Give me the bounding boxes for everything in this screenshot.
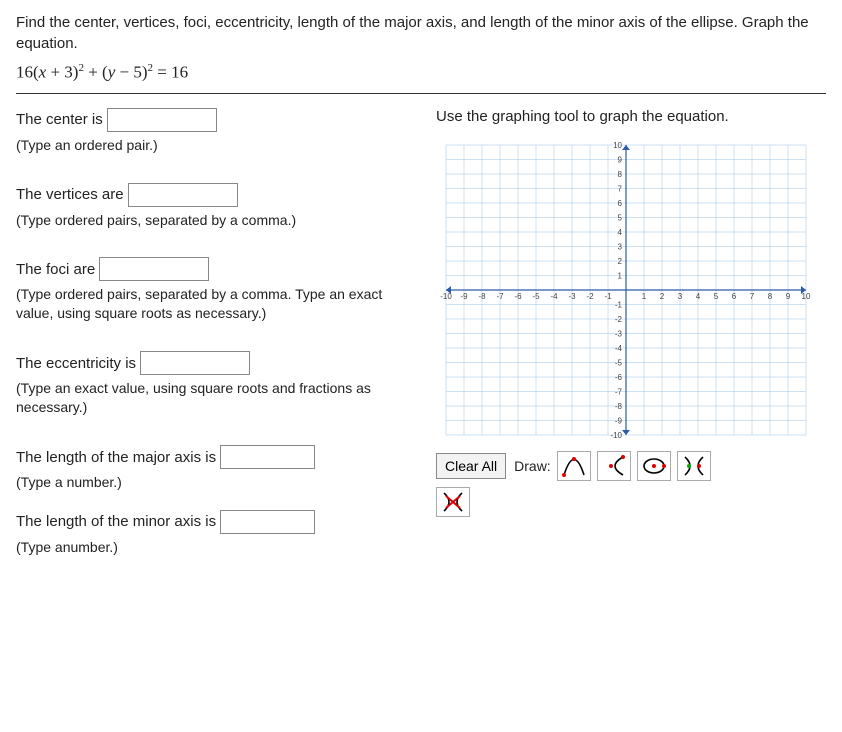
vertices-label: The vertices are bbox=[16, 186, 124, 203]
major-axis-hint: (Type a number.) bbox=[16, 473, 416, 492]
svg-text:-10: -10 bbox=[610, 431, 622, 440]
svg-text:5: 5 bbox=[714, 292, 719, 301]
svg-text:-4: -4 bbox=[615, 344, 623, 353]
svg-text:4: 4 bbox=[618, 228, 623, 237]
eccentricity-input[interactable] bbox=[140, 351, 250, 375]
svg-text:-9: -9 bbox=[615, 416, 623, 425]
parabola-icon bbox=[561, 454, 587, 478]
svg-text:-6: -6 bbox=[615, 373, 623, 382]
center-input[interactable] bbox=[107, 108, 217, 132]
svg-text:3: 3 bbox=[678, 292, 683, 301]
svg-text:-6: -6 bbox=[514, 292, 522, 301]
eccentricity-hint: (Type an exact value, using square roots… bbox=[16, 379, 416, 417]
svg-text:-1: -1 bbox=[604, 292, 612, 301]
foci-input[interactable] bbox=[99, 257, 209, 281]
ellipse-tool-button[interactable] bbox=[637, 451, 671, 481]
svg-text:-8: -8 bbox=[615, 402, 623, 411]
svg-text:-7: -7 bbox=[496, 292, 504, 301]
svg-text:7: 7 bbox=[618, 184, 623, 193]
hyperbola-x-tool-button[interactable] bbox=[677, 451, 711, 481]
svg-text:-9: -9 bbox=[460, 292, 468, 301]
hyperbola-x-icon bbox=[681, 454, 707, 478]
svg-text:-1: -1 bbox=[615, 300, 623, 309]
svg-text:-4: -4 bbox=[550, 292, 558, 301]
vertices-input[interactable] bbox=[128, 183, 238, 207]
svg-text:1: 1 bbox=[642, 292, 647, 301]
svg-text:6: 6 bbox=[618, 199, 623, 208]
parabola-tool-button[interactable] bbox=[557, 451, 591, 481]
coordinate-grid-icon: -10 -9 -8 -7 -6 -5 -4 -3 -2 -1 1 2 3 4 5 6 7 8 9 10 -10 -9 -8… bbox=[436, 135, 816, 445]
draw-label: Draw: bbox=[514, 458, 551, 474]
minor-axis-input[interactable] bbox=[220, 510, 315, 534]
graph-instruction: Use the graphing tool to graph the equat… bbox=[436, 108, 826, 125]
center-label: The center is bbox=[16, 111, 103, 128]
svg-text:-7: -7 bbox=[615, 387, 623, 396]
ellipse-icon bbox=[641, 454, 667, 478]
svg-text:4: 4 bbox=[696, 292, 701, 301]
center-hint: (Type an ordered pair.) bbox=[16, 136, 416, 155]
foci-hint: (Type ordered pairs, separated by a comm… bbox=[16, 285, 416, 323]
foci-label: The foci are bbox=[16, 261, 95, 278]
clear-all-button[interactable]: Clear All bbox=[436, 453, 506, 479]
svg-text:-2: -2 bbox=[615, 315, 623, 324]
delete-x-icon bbox=[440, 490, 466, 514]
problem-statement: Find the center, vertices, foci, eccentr… bbox=[16, 12, 826, 54]
svg-text:8: 8 bbox=[618, 170, 623, 179]
svg-text:-5: -5 bbox=[532, 292, 540, 301]
graph-canvas[interactable]: -10 -9 -8 -7 -6 -5 -4 -3 -2 -1 1 2 3 4 5 6 7 8 9 10 -10 -9 -8… bbox=[436, 135, 816, 445]
svg-text:8: 8 bbox=[768, 292, 773, 301]
svg-text:-5: -5 bbox=[615, 358, 623, 367]
svg-text:9: 9 bbox=[786, 292, 791, 301]
svg-text:9: 9 bbox=[618, 155, 623, 164]
svg-text:2: 2 bbox=[618, 257, 623, 266]
eccentricity-label: The eccentricity is bbox=[16, 355, 136, 372]
vertices-hint: (Type ordered pairs, separated by a comm… bbox=[16, 211, 416, 230]
minor-axis-label: The length of the minor axis is bbox=[16, 513, 216, 530]
major-axis-input[interactable] bbox=[220, 445, 315, 469]
svg-text:10: 10 bbox=[613, 141, 622, 150]
divider bbox=[16, 93, 826, 94]
svg-text:-2: -2 bbox=[586, 292, 594, 301]
svg-text:3: 3 bbox=[618, 242, 623, 251]
minor-axis-hint: (Type anumber.) bbox=[16, 538, 416, 557]
delete-tool-button[interactable] bbox=[436, 487, 470, 517]
svg-text:10: 10 bbox=[802, 292, 811, 301]
major-axis-label: The length of the major axis is bbox=[16, 449, 216, 466]
svg-text:2: 2 bbox=[660, 292, 665, 301]
equation: 16(x + 3)2 + (y − 5)2 = 16 bbox=[16, 62, 826, 83]
svg-text:-3: -3 bbox=[568, 292, 576, 301]
svg-text:6: 6 bbox=[732, 292, 737, 301]
svg-text:5: 5 bbox=[618, 213, 623, 222]
hyperbola-arm-icon bbox=[601, 454, 627, 478]
hyperbola-arm-tool-button[interactable] bbox=[597, 451, 631, 481]
svg-text:-8: -8 bbox=[478, 292, 486, 301]
svg-text:-3: -3 bbox=[615, 329, 623, 338]
svg-text:7: 7 bbox=[750, 292, 755, 301]
svg-text:-10: -10 bbox=[440, 292, 452, 301]
svg-text:1: 1 bbox=[618, 271, 623, 280]
